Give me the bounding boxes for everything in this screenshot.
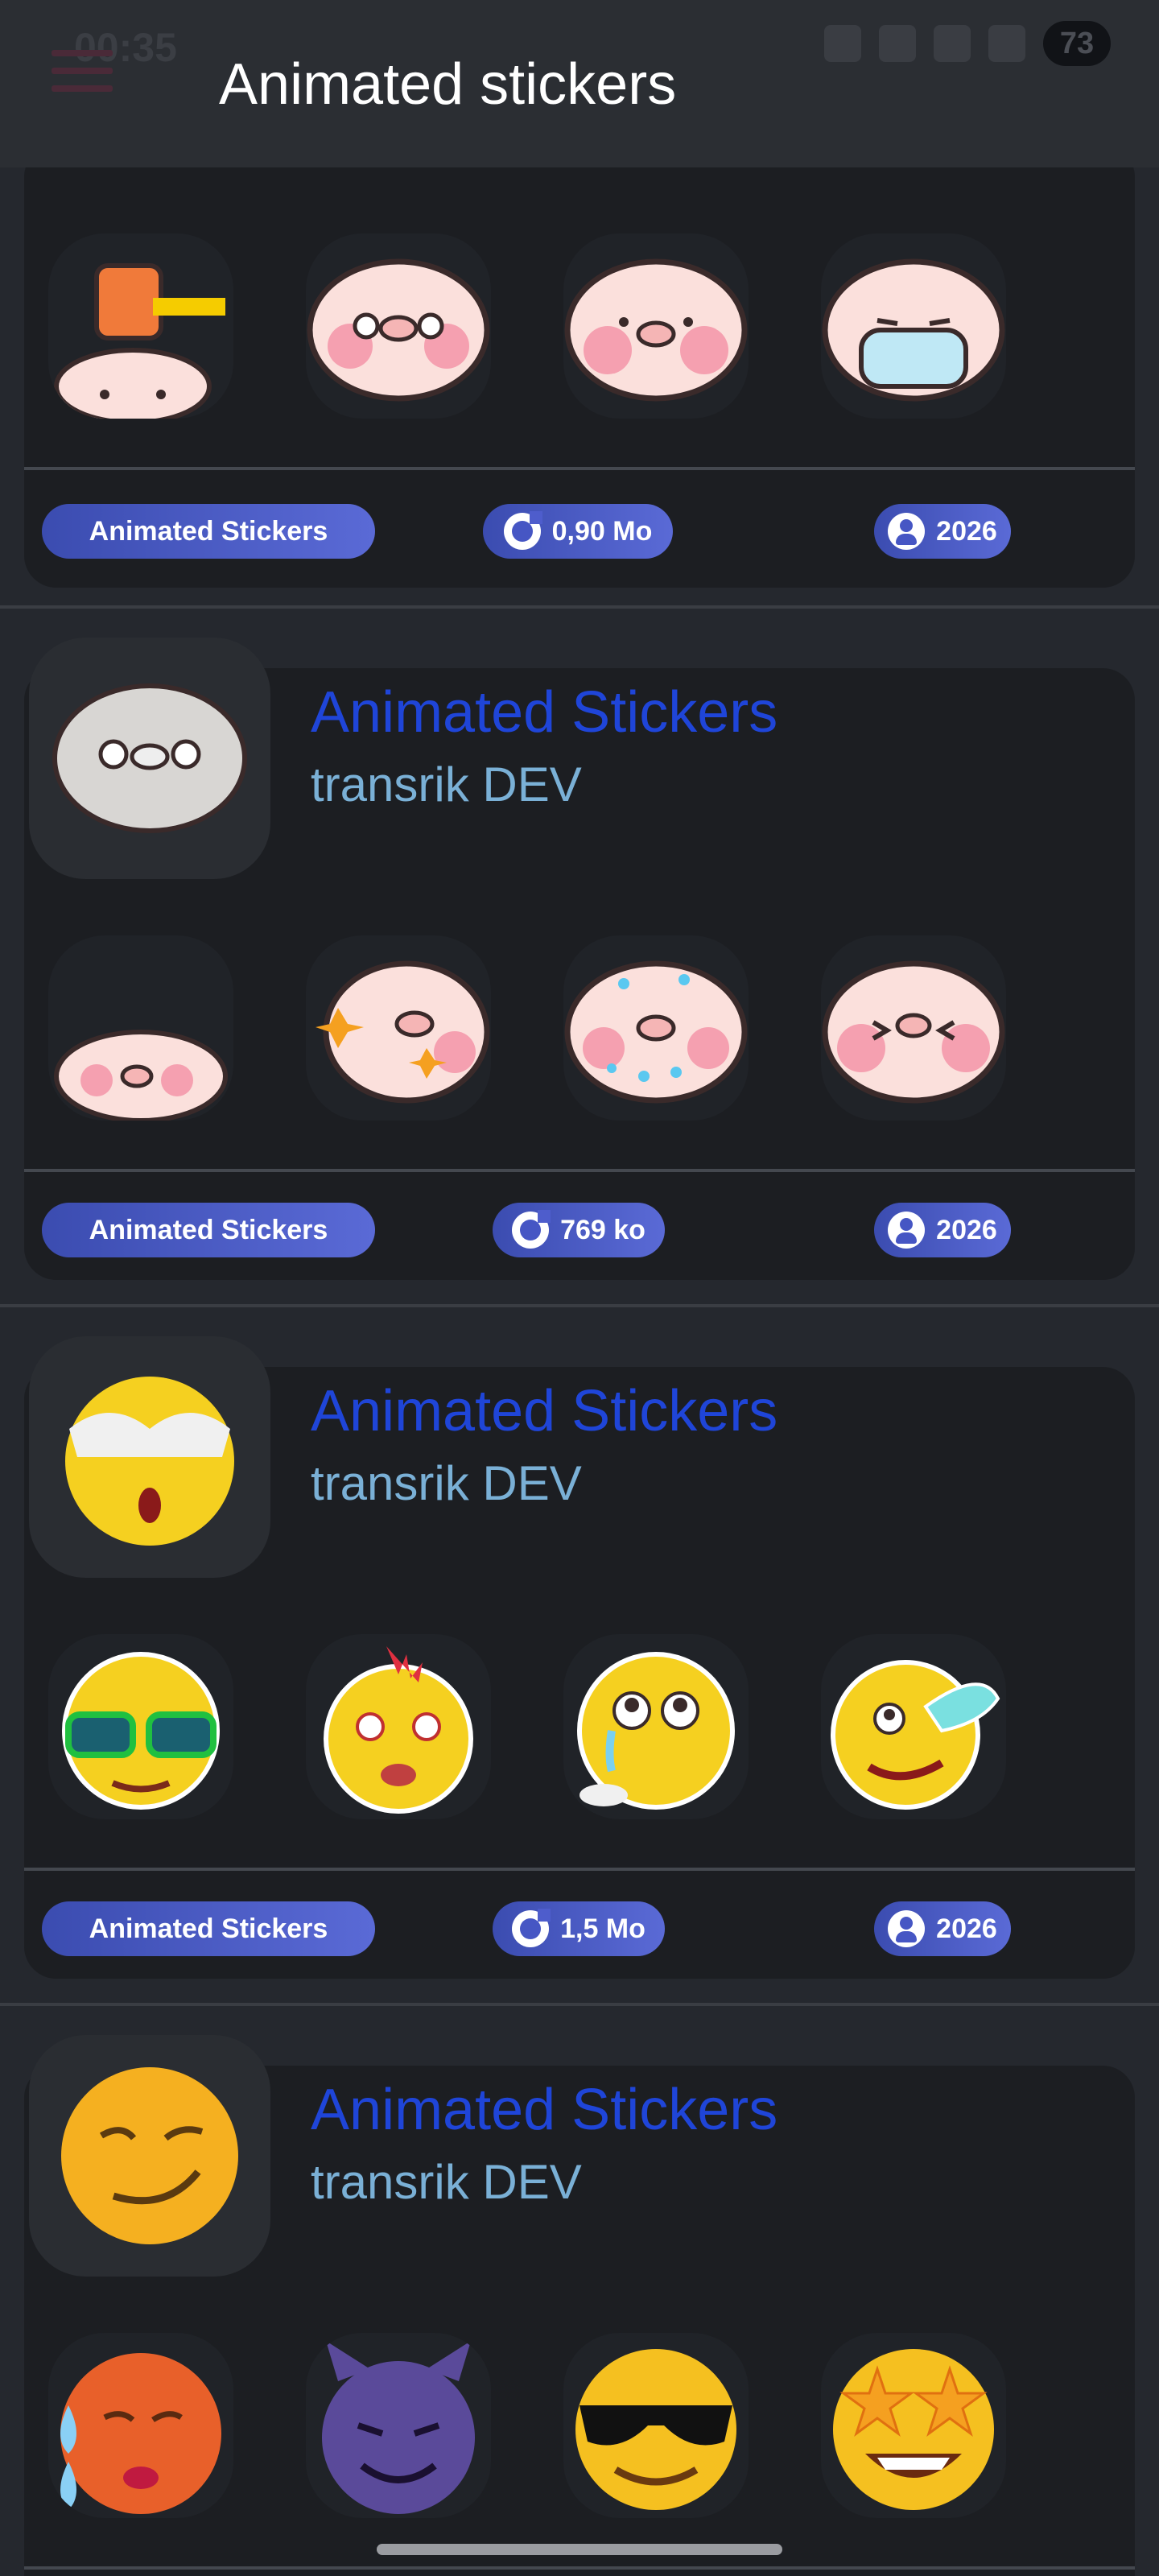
wifi-icon [879,25,916,62]
category-pill[interactable]: Animated Stickers [42,1203,375,1257]
home-indicator[interactable] [377,2544,782,2555]
pack-section[interactable]: Animated Stickers transrik DEV [0,609,1159,1302]
pack-thumbnail[interactable] [29,2035,270,2277]
sticker-emoji-crying[interactable] [563,1634,749,1819]
size-pill[interactable]: 1,5 Mo [493,1901,665,1956]
pack-section[interactable]: Animated Stickers transrik DEV [0,1307,1159,2001]
sticker-pig-worried[interactable] [563,233,749,419]
size-icon [512,1210,551,1249]
category-pill[interactable]: Animated Stickers [42,1901,375,1956]
year-label: 2026 [936,1913,997,1944]
sticker-emoji-sunglasses[interactable] [563,2333,749,2518]
app-bar: 00:35 73 Animated stickers [0,0,1159,167]
year-label: 2026 [936,1214,997,1245]
sticker-emoji-rooster-angry[interactable] [306,1634,491,1819]
year-pill[interactable]: 2026 [874,1203,1011,1257]
divider [24,1169,1135,1172]
size-label: 1,5 Mo [560,1913,645,1944]
signal-icon-2 [988,25,1025,62]
user-icon [888,513,926,550]
divider [24,1868,1135,1871]
year-pill[interactable]: 2026 [874,504,1011,559]
menu-icon[interactable] [52,50,113,114]
pack-author: transrik DEV [311,2155,582,2209]
screen: { "status_bar": {"time": "00:35", "batte… [0,0,1159,2576]
category-label: Animated Stickers [89,1913,328,1944]
sticker-emoji-smiling-devil[interactable] [306,2333,491,2518]
divider [24,467,1135,470]
signal-icon [934,25,971,62]
mute-icon [824,25,861,62]
sticker-pig-hammer[interactable] [48,233,233,419]
sticker-pig-eyes[interactable] [306,233,491,419]
category-pill[interactable]: Animated Stickers [42,504,375,559]
sticker-emoji-green-glasses[interactable] [48,1634,233,1819]
sticker-pig-sparkle[interactable] [306,935,491,1121]
pack-title[interactable]: Animated Stickers [311,2077,777,2143]
year-label: 2026 [936,515,997,547]
size-icon [503,511,542,550]
sticker-pig-peek[interactable] [48,935,233,1121]
category-label: Animated Stickers [89,1214,328,1245]
sticker-pig-mask[interactable] [821,233,1006,419]
user-icon [888,1910,926,1947]
sticker-pig-sweat[interactable] [563,935,749,1121]
size-pill[interactable]: 769 ko [493,1203,665,1257]
page-title: Animated stickers [219,52,677,117]
pack-author: transrik DEV [311,1456,582,1510]
size-label: 0,90 Mo [551,515,653,547]
sticker-emoji-wink-tongue[interactable] [821,1634,1006,1819]
pack-thumbnail[interactable] [29,638,270,879]
size-label: 769 ko [560,1214,645,1245]
size-pill[interactable]: 0,90 Mo [483,504,673,559]
pack-title[interactable]: Animated Stickers [311,1378,777,1444]
sticker-pig-squint[interactable] [821,935,1006,1121]
user-icon [888,1212,926,1249]
pack-title[interactable]: Animated Stickers [311,679,777,745]
sticker-emoji-sweat-face[interactable] [48,2333,233,2518]
category-label: Animated Stickers [89,515,328,547]
pack-author: transrik DEV [311,758,582,811]
pack-thumbnail[interactable] [29,1336,270,1578]
year-pill[interactable]: 2026 [874,1901,1011,1956]
divider [24,2566,1135,2570]
pack-section[interactable]: Animated Stickers transrik DEV [0,2006,1159,2576]
size-icon [512,1909,551,1947]
sticker-emoji-star-struck[interactable] [821,2333,1006,2518]
battery-icon: 73 [1043,21,1111,66]
status-icons: 73 [824,21,1111,66]
